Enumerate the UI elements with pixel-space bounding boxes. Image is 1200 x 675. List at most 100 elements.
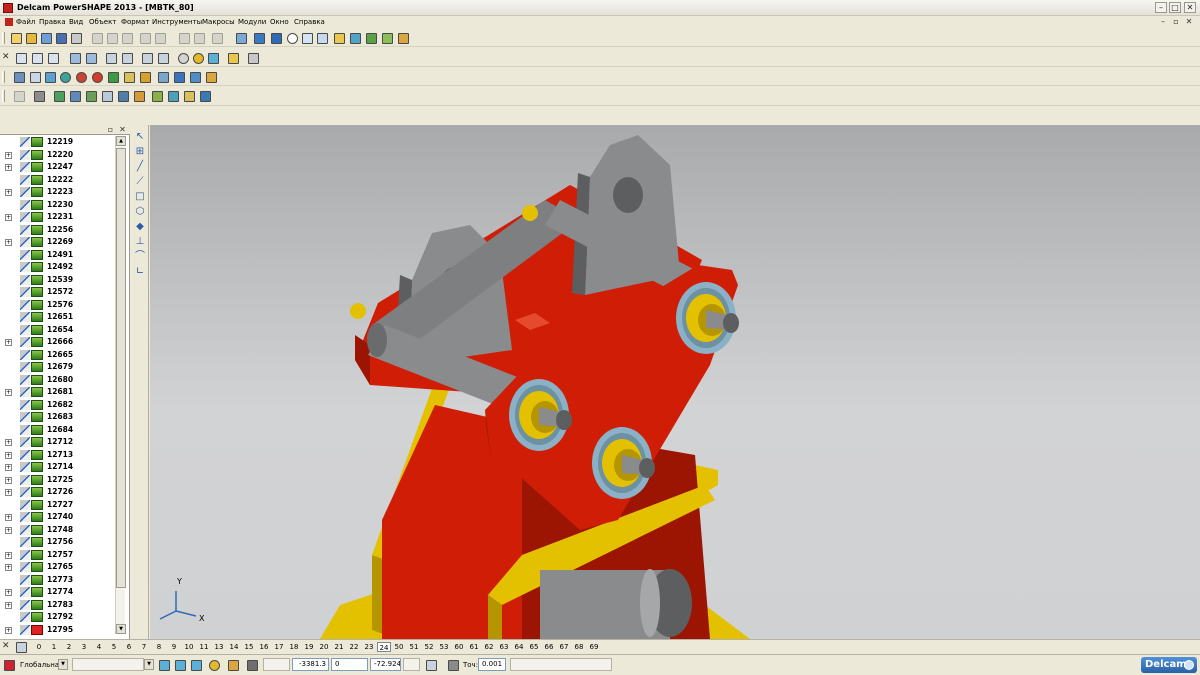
level-button[interactable]: 62 [482,642,496,652]
edit-part-icon[interactable] [20,274,30,285]
component-icon[interactable] [138,70,152,84]
expand-icon[interactable]: + [5,489,12,496]
surface-model-icon[interactable] [58,70,72,84]
close-toolbar-icon[interactable]: ✕ [2,53,10,62]
edit-part-icon[interactable] [20,387,30,397]
extrude-icon[interactable] [52,89,66,103]
tree-item[interactable]: 12572 [3,286,113,299]
level-button[interactable]: 5 [107,642,121,652]
level-button[interactable]: 53 [437,642,451,652]
tree-item[interactable]: 12492 [3,261,113,274]
menu-edit[interactable]: Правка [39,17,66,27]
select-icon[interactable] [269,31,283,45]
shading-icon[interactable] [332,31,346,45]
edit-part-icon[interactable] [20,574,30,585]
level-button[interactable]: 4 [92,642,106,652]
toolmaker-icon[interactable] [204,70,218,84]
levels-icon[interactable] [14,640,28,654]
workplane-cube-icon[interactable] [157,658,171,672]
level-button[interactable]: 21 [332,642,346,652]
view-multi-icon[interactable] [84,51,98,65]
tree-item[interactable]: +12725 [3,474,113,487]
expand-icon[interactable]: + [5,389,12,396]
delete-icon[interactable] [153,31,167,45]
expand-icon[interactable]: + [5,439,12,446]
level-button[interactable]: 11 [197,642,211,652]
zoom-in-icon[interactable] [104,51,118,65]
tree-item[interactable]: 12651 [3,311,113,324]
tree-item[interactable]: 12576 [3,299,113,312]
edit-part-icon[interactable] [20,212,30,222]
level-icon[interactable] [12,70,26,84]
zoom-fit-icon[interactable] [156,51,170,65]
edit-part-icon[interactable] [20,149,30,160]
edit-part-icon[interactable] [20,249,30,260]
tree-item[interactable]: 12773 [3,574,113,587]
edit-part-icon[interactable] [20,449,30,460]
level-button[interactable]: 61 [467,642,481,652]
redo-icon[interactable] [192,31,206,45]
paste-icon[interactable] [120,31,134,45]
edit-part-icon[interactable] [20,312,30,322]
level-button[interactable]: 68 [572,642,586,652]
graphics-viewport[interactable]: Y X [150,125,1200,639]
menu-macros[interactable]: Макросы [202,17,235,27]
expand-icon[interactable]: + [5,151,12,159]
tree-item[interactable]: 12792 [3,611,113,624]
expand-icon[interactable]: + [5,476,12,484]
level-button[interactable]: 3 [77,642,91,652]
render-icon[interactable] [348,31,362,45]
wireframe-icon[interactable] [206,51,220,65]
expand-icon[interactable]: + [5,464,12,471]
assembly-icon[interactable] [122,70,136,84]
edit-part-icon[interactable] [20,299,30,310]
red-ball-icon[interactable] [90,70,104,84]
arc-icon[interactable]: ⟋ [134,176,146,188]
level-button[interactable]: 0 [32,642,46,652]
tree-item[interactable]: 12684 [3,424,113,437]
undo-icon[interactable] [177,31,191,45]
close-button[interactable]: ✕ [1184,2,1196,13]
expand-icon[interactable]: + [5,451,12,459]
level-button[interactable]: 60 [452,642,466,652]
edit-part-icon[interactable] [20,262,30,272]
tree-item[interactable]: 12756 [3,536,113,549]
level-button[interactable]: 23 [362,642,376,652]
level-button[interactable]: 64 [512,642,526,652]
tree-item[interactable]: +12712 [3,436,113,449]
dimension-icon[interactable]: ⊥ [134,236,146,248]
electrode-icon[interactable] [172,70,186,84]
edit-icon[interactable] [138,31,152,45]
grid-icon[interactable] [245,658,259,672]
menu-window[interactable]: Окно [270,17,289,27]
rectangle-icon[interactable]: □ [134,191,146,203]
measure-icon[interactable] [252,31,266,45]
tree-item[interactable]: +12223 [3,186,113,199]
edit-part-icon[interactable] [20,374,30,385]
level-button[interactable]: 24 [377,642,391,652]
sweep-icon[interactable] [84,89,98,103]
coord-z[interactable]: -72.924 [370,658,401,671]
new-file-icon[interactable] [9,31,23,45]
pin-icon[interactable]: ▫ [106,125,115,134]
mdi-restore-button[interactable]: ▫ [1171,17,1181,27]
tree-item[interactable]: 12219 [3,136,113,149]
tree-item[interactable]: +12740 [3,511,113,524]
tree-item[interactable]: 12256 [3,224,113,237]
level-button[interactable]: 67 [557,642,571,652]
copy-icon[interactable] [105,31,119,45]
line-icon[interactable]: ⊞ [134,146,146,158]
menu-modules[interactable]: Модули [238,17,266,27]
edit-part-icon[interactable] [20,237,30,247]
print-icon[interactable] [69,31,83,45]
edit-part-icon[interactable] [20,474,30,485]
level-button[interactable]: 63 [497,642,511,652]
layer-dropdown[interactable]: ▼ [144,659,154,670]
layer-select[interactable] [72,658,144,671]
revolve-icon[interactable] [68,89,82,103]
workplane-cube-icon[interactable] [173,658,187,672]
expand-icon[interactable]: + [5,601,12,609]
tree-item[interactable]: 12491 [3,249,113,262]
expand-icon[interactable]: + [5,551,12,559]
mdi-close-button[interactable]: ✕ [1184,17,1194,27]
